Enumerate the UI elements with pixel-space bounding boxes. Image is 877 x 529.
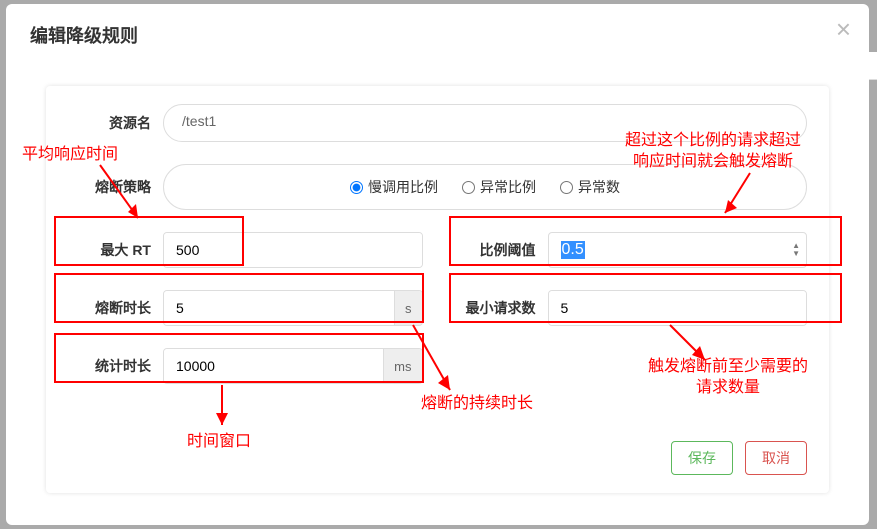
save-button[interactable]: 保存 xyxy=(671,441,733,475)
stat-time-unit: ms xyxy=(383,349,421,383)
min-req-input[interactable] xyxy=(548,290,808,326)
break-time-unit: s xyxy=(394,291,422,325)
strategy-radio-count[interactable] xyxy=(560,181,573,194)
footer-buttons: 保存 取消 xyxy=(671,441,807,475)
ratio-label: 比例阈值 xyxy=(453,240,548,260)
break-time-input[interactable]: s xyxy=(163,290,423,326)
min-req-cell: 最小请求数 xyxy=(453,290,808,326)
break-time-label: 熔断时长 xyxy=(68,298,163,318)
strategy-group: 慢调用比例 异常比例 异常数 xyxy=(163,164,807,210)
strategy-option-slow[interactable]: 慢调用比例 xyxy=(350,177,438,197)
modal-dialog: × 编辑降级规则 资源名 /test1 熔断策略 慢调用比例 异常比例 异常数 … xyxy=(6,4,869,525)
strategy-label: 熔断策略 xyxy=(68,177,163,197)
strategy-radio-ratio[interactable] xyxy=(462,181,475,194)
max-rt-field[interactable] xyxy=(164,233,422,267)
strategy-option-count[interactable]: 异常数 xyxy=(560,177,620,197)
ratio-spinner[interactable]: ▲ ▼ xyxy=(792,242,800,258)
strategy-option-ratio[interactable]: 异常比例 xyxy=(462,177,536,197)
ratio-value-selected: 0.5 xyxy=(561,241,585,259)
resource-row: 资源名 /test1 xyxy=(68,104,807,142)
row-break-minreq: 熔断时长 s 最小请求数 xyxy=(68,290,807,326)
strategy-row: 熔断策略 慢调用比例 异常比例 异常数 xyxy=(68,164,807,210)
break-time-cell: 熔断时长 s xyxy=(68,290,423,326)
resource-label: 资源名 xyxy=(68,113,163,133)
modal-title: 编辑降级规则 xyxy=(30,22,845,48)
close-icon[interactable]: × xyxy=(836,16,851,42)
stat-time-field[interactable] xyxy=(164,349,383,383)
min-req-field[interactable] xyxy=(549,291,807,325)
stat-time-cell: 统计时长 ms xyxy=(68,348,423,384)
stat-time-input[interactable]: ms xyxy=(163,348,423,384)
ratio-input[interactable]: 0.5 ▲ ▼ xyxy=(548,232,808,268)
row-rt-ratio: 最大 RT 比例阈值 0.5 ▲ ▼ xyxy=(68,232,807,268)
break-time-field[interactable] xyxy=(164,291,394,325)
ratio-cell: 比例阈值 0.5 ▲ ▼ xyxy=(453,232,808,268)
max-rt-label: 最大 RT xyxy=(68,240,163,260)
strategy-radio-slow[interactable] xyxy=(350,181,363,194)
stat-time-label: 统计时长 xyxy=(68,356,163,376)
row-stat: 统计时长 ms xyxy=(68,348,807,384)
max-rt-input[interactable] xyxy=(163,232,423,268)
cancel-button[interactable]: 取消 xyxy=(745,441,807,475)
max-rt-cell: 最大 RT xyxy=(68,232,423,268)
min-req-label: 最小请求数 xyxy=(453,298,548,318)
spinner-down-icon[interactable]: ▼ xyxy=(792,250,800,258)
form-panel: 资源名 /test1 熔断策略 慢调用比例 异常比例 异常数 最大 RT 比例阈… xyxy=(46,86,829,493)
resource-input[interactable]: /test1 xyxy=(163,104,807,142)
